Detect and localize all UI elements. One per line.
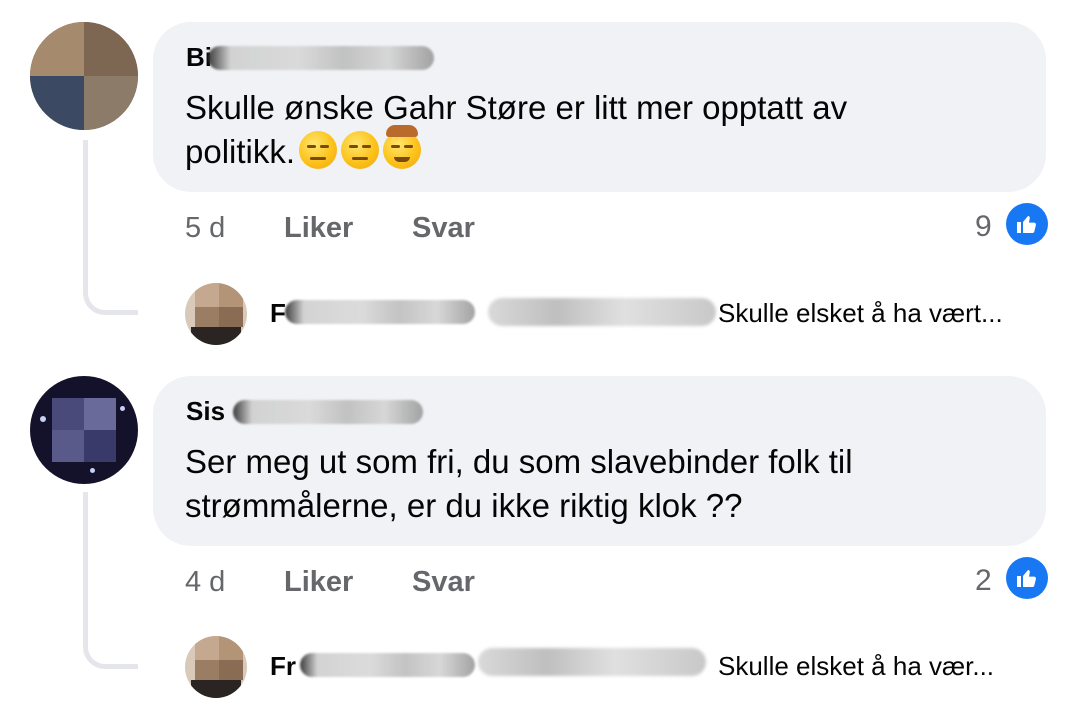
reply-button[interactable]: Svar: [412, 212, 475, 245]
reply-mention-redaction: [488, 298, 716, 326]
avatar[interactable]: [30, 376, 138, 484]
reply-button[interactable]: Svar: [412, 566, 475, 599]
thumbs-up-icon[interactable]: [1006, 203, 1048, 245]
reply-preview[interactable]: Skulle elsket å ha vært...: [718, 298, 1003, 329]
like-button[interactable]: Liker: [284, 566, 353, 599]
avatar[interactable]: [30, 22, 138, 130]
reply-author[interactable]: Fr: [270, 651, 296, 682]
comment-text: Skulle ønske Gahr Støre er litt mer oppt…: [185, 89, 848, 170]
thread-line: [83, 140, 138, 315]
author-name-redaction: [233, 400, 423, 424]
comment-bubble: Bi Skulle ønske Gahr Støre er litt mer o…: [153, 22, 1046, 192]
reply-avatar[interactable]: [185, 636, 247, 698]
comment-timestamp[interactable]: 4 d: [185, 566, 225, 599]
comment-text: Ser meg ut som fri, du som slavebinder f…: [185, 443, 853, 524]
reply-avatar[interactable]: [185, 283, 247, 345]
unamused-face-icon: [341, 131, 380, 169]
like-button[interactable]: Liker: [284, 212, 353, 245]
reply-preview[interactable]: Skulle elsket å ha vær...: [718, 651, 994, 682]
reply-author-redaction: [300, 653, 475, 677]
reply-author[interactable]: F: [270, 298, 286, 329]
like-count[interactable]: 9: [975, 210, 992, 244]
thumbs-up-icon[interactable]: [1006, 557, 1048, 599]
cowboy-face-icon: [383, 125, 422, 169]
like-count[interactable]: 2: [975, 564, 992, 598]
comment-timestamp[interactable]: 5 d: [185, 212, 225, 245]
unamused-face-icon: [299, 131, 338, 169]
reply-author-redaction: [285, 300, 475, 324]
thread-line: [83, 492, 138, 669]
author-name-redaction: [208, 46, 434, 70]
comment-author[interactable]: Sis: [186, 396, 225, 427]
reply-mention-redaction: [478, 648, 706, 676]
comment-bubble: Sis Ser meg ut som fri, du som slavebind…: [153, 376, 1046, 546]
